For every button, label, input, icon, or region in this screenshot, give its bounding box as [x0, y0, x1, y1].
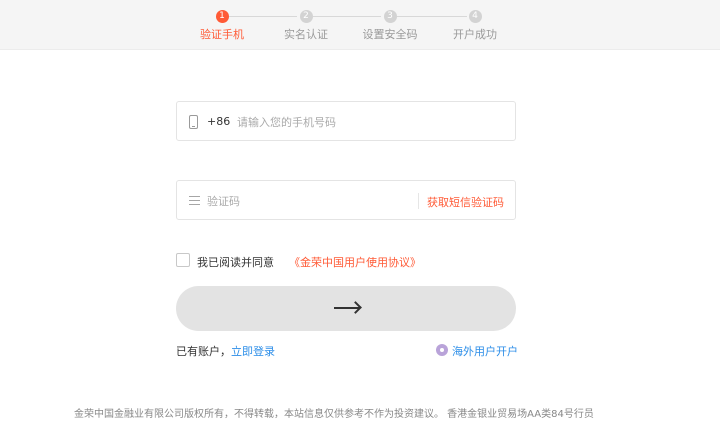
step-progress-bar: 1 验证手机 2 实名认证 3 设置安全码 4 开户成功 [0, 0, 720, 50]
existing-account-text: 已有账户， [176, 345, 231, 358]
phone-field: +86 [176, 101, 516, 141]
get-sms-code-button[interactable]: 获取短信验证码 [427, 194, 504, 210]
step-label: 实名认证 [284, 28, 328, 41]
next-step-button[interactable] [176, 286, 516, 331]
existing-account-row: 已有账户，立即登录 [176, 343, 275, 359]
step-verify-phone: 1 验证手机 [180, 10, 264, 42]
arrow-right-icon [334, 307, 359, 309]
verification-code-field: 获取短信验证码 [176, 180, 516, 220]
verification-code-input[interactable] [207, 190, 407, 212]
user-agreement-link[interactable]: 《金荣中国用户使用协议》 [289, 254, 421, 270]
step-real-name: 2 实名认证 [264, 10, 348, 42]
step-label: 验证手机 [200, 28, 244, 41]
code-icon [189, 196, 200, 205]
agreement-checkbox[interactable] [176, 253, 190, 267]
footer-copyright: 金荣中国金融业有限公司版权所有，不得转载，本站信息仅供参考不作为投资建议。 香港… [74, 409, 594, 420]
phone-number-input[interactable] [237, 111, 507, 133]
login-link[interactable]: 立即登录 [231, 345, 275, 358]
step-account-opened: 4 开户成功 [433, 10, 517, 42]
country-code[interactable]: +86 [207, 115, 230, 128]
step-number: 4 [468, 10, 482, 23]
step-number: 1 [215, 10, 229, 23]
step-number: 3 [383, 10, 397, 23]
globe-icon [436, 344, 448, 356]
step-label: 开户成功 [453, 28, 497, 41]
step-number: 2 [299, 10, 313, 23]
field-divider [418, 193, 419, 209]
overseas-account-label[interactable]: 海外用户开户 [452, 343, 518, 359]
step-security-code: 3 设置安全码 [348, 10, 432, 42]
agreement-text: 我已阅读并同意 [197, 256, 274, 269]
step-label: 设置安全码 [362, 28, 418, 41]
mobile-phone-icon [189, 115, 198, 129]
